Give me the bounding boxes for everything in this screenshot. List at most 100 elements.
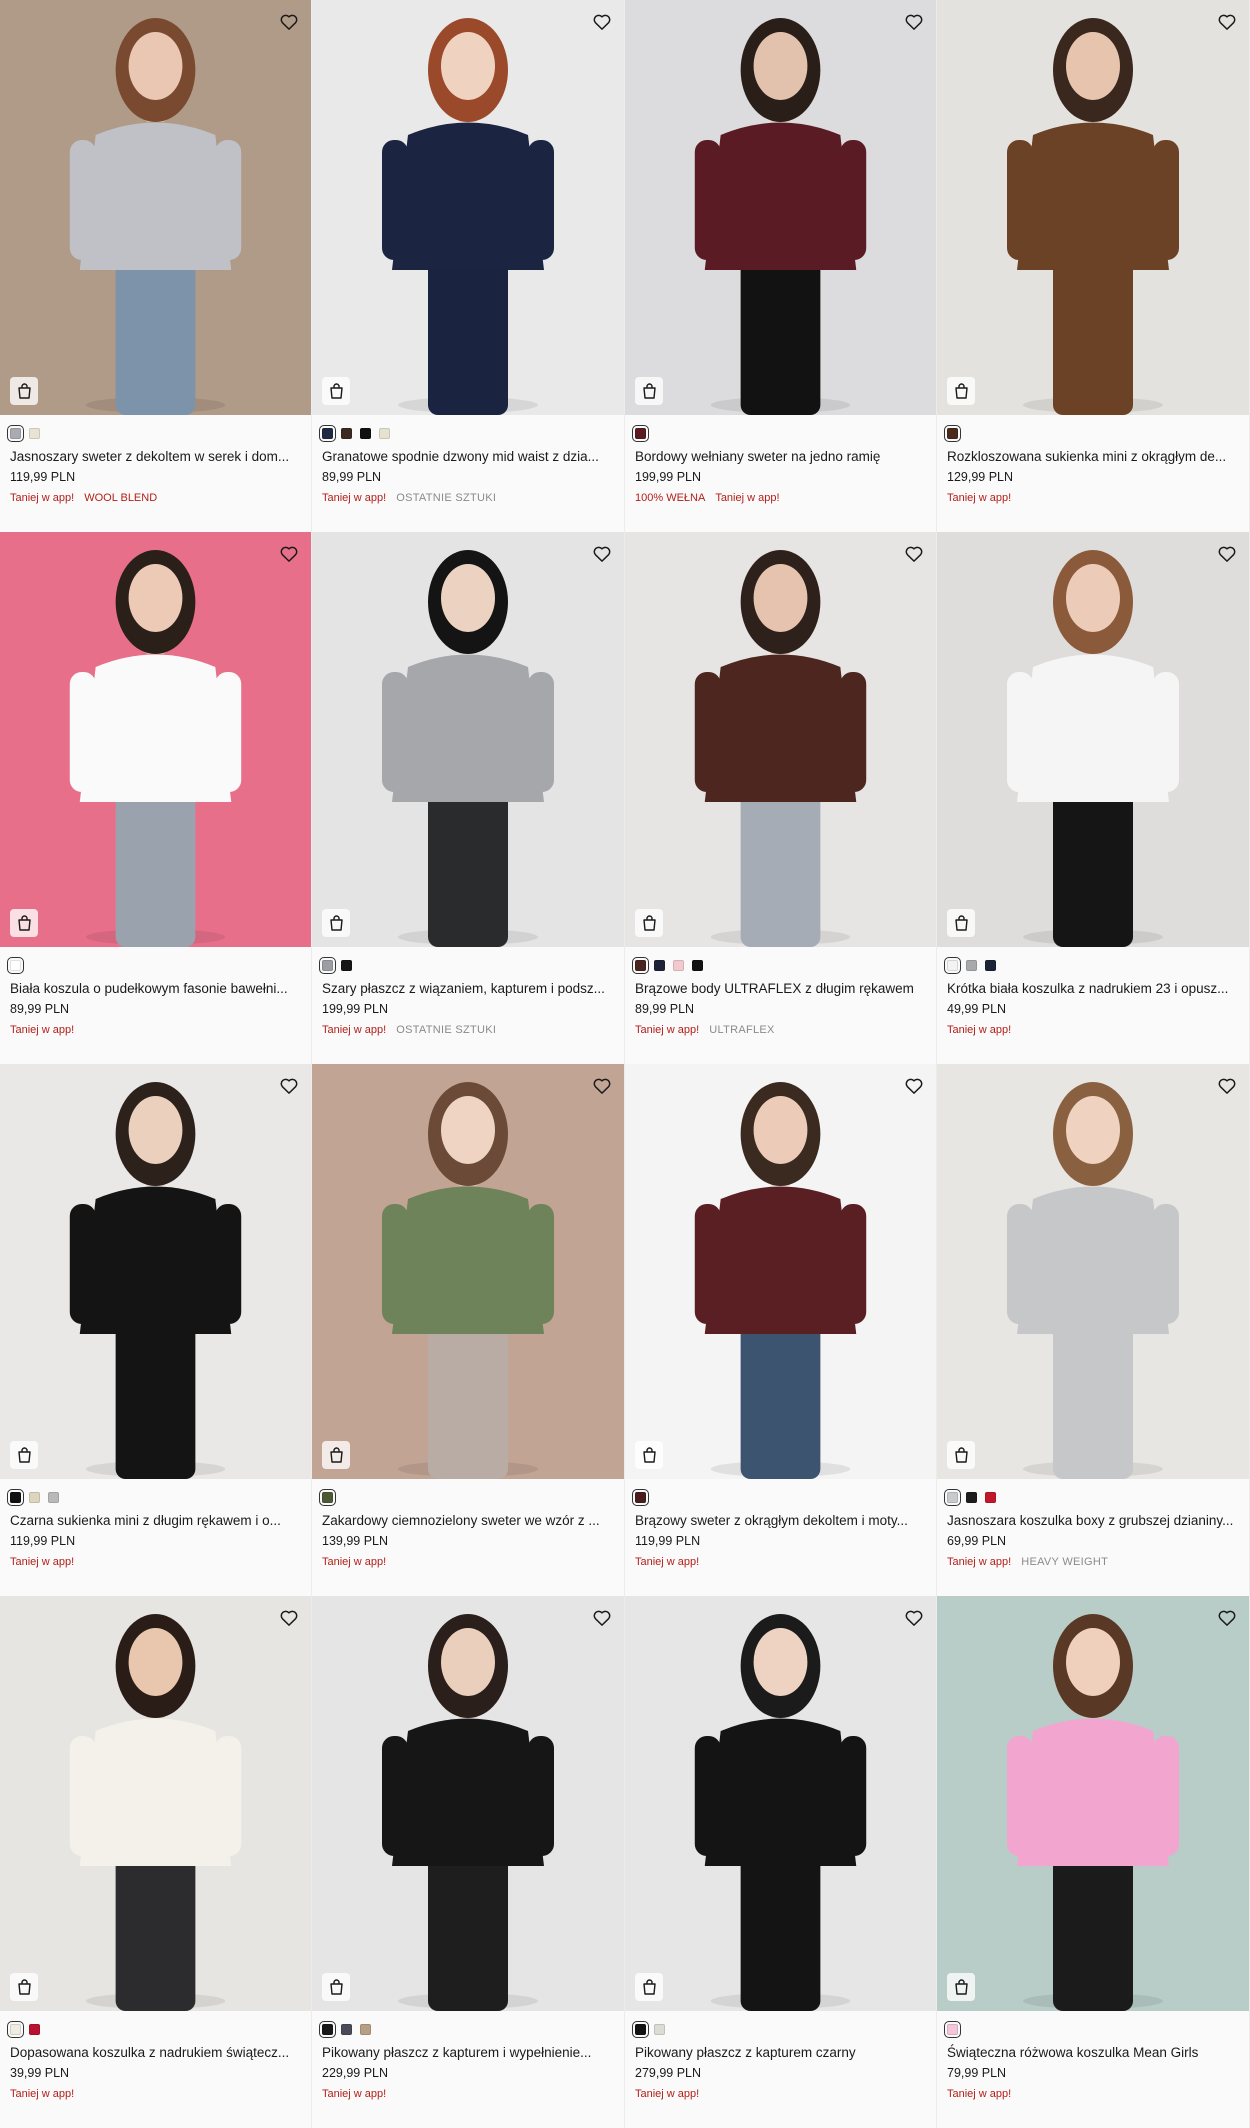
shopping-bag-icon[interactable] bbox=[947, 1441, 975, 1469]
product-name[interactable]: Szary płaszcz z wiązaniem, kapturem i po… bbox=[322, 980, 614, 998]
color-swatch[interactable] bbox=[692, 959, 703, 971]
color-swatch[interactable] bbox=[654, 2023, 665, 2035]
color-swatch[interactable] bbox=[48, 1491, 59, 1503]
shopping-bag-icon[interactable] bbox=[947, 909, 975, 937]
product-card[interactable]: Krótka biała koszulka z nadrukiem 23 i o… bbox=[937, 532, 1250, 1064]
color-swatch[interactable] bbox=[654, 959, 665, 971]
heart-icon[interactable] bbox=[590, 1074, 614, 1098]
color-swatch[interactable] bbox=[673, 959, 684, 971]
color-swatch[interactable] bbox=[944, 1488, 961, 1506]
product-name[interactable]: Dopasowana koszulka z nadrukiem świątecz… bbox=[10, 2044, 301, 2062]
color-swatch[interactable] bbox=[319, 1488, 336, 1506]
product-name[interactable]: Świąteczna różwowa koszulka Mean Girls bbox=[947, 2044, 1239, 2062]
product-image[interactable] bbox=[312, 1064, 624, 1479]
shopping-bag-icon[interactable] bbox=[10, 1973, 38, 2001]
color-swatch[interactable] bbox=[7, 2020, 24, 2038]
product-image[interactable] bbox=[0, 1596, 311, 2011]
heart-icon[interactable] bbox=[277, 1074, 301, 1098]
product-card[interactable]: Świąteczna różwowa koszulka Mean Girls 7… bbox=[937, 1596, 1250, 2128]
product-card[interactable]: Granatowe spodnie dzwony mid waist z dzi… bbox=[312, 0, 625, 532]
color-swatch[interactable] bbox=[29, 1491, 40, 1503]
product-name[interactable]: Pikowany płaszcz z kapturem czarny bbox=[635, 2044, 926, 2062]
product-image[interactable] bbox=[625, 1064, 936, 1479]
product-card[interactable]: Jasnoszara koszulka boxy z grubszej dzia… bbox=[937, 1064, 1250, 1596]
product-name[interactable]: Krótka biała koszulka z nadrukiem 23 i o… bbox=[947, 980, 1239, 998]
product-card[interactable]: Bordowy wełniany sweter na jedno ramię 1… bbox=[625, 0, 937, 532]
product-card[interactable]: Czarna sukienka mini z długim rękawem i … bbox=[0, 1064, 312, 1596]
product-name[interactable]: Jasnoszara koszulka boxy z grubszej dzia… bbox=[947, 1512, 1239, 1530]
color-swatch[interactable] bbox=[632, 1488, 649, 1506]
color-swatch[interactable] bbox=[7, 424, 24, 442]
product-image[interactable] bbox=[625, 532, 936, 947]
product-card[interactable]: Brązowy sweter z okrągłym dekoltem i mot… bbox=[625, 1064, 937, 1596]
product-image[interactable] bbox=[312, 532, 624, 947]
heart-icon[interactable] bbox=[1215, 542, 1239, 566]
color-swatch[interactable] bbox=[29, 2023, 40, 2035]
shopping-bag-icon[interactable] bbox=[322, 377, 350, 405]
product-image[interactable] bbox=[625, 0, 936, 415]
color-swatch[interactable] bbox=[985, 1491, 996, 1503]
product-name[interactable]: Jasnoszary sweter z dekoltem w serek i d… bbox=[10, 448, 301, 466]
color-swatch[interactable] bbox=[319, 956, 336, 974]
color-swatch[interactable] bbox=[966, 1491, 977, 1503]
product-name[interactable]: Brązowe body ULTRAFLEX z długim rękawem bbox=[635, 980, 926, 998]
product-card[interactable]: Pikowany płaszcz z kapturem i wypełnieni… bbox=[312, 1596, 625, 2128]
product-image[interactable] bbox=[625, 1596, 936, 2011]
color-swatch[interactable] bbox=[632, 956, 649, 974]
heart-icon[interactable] bbox=[277, 10, 301, 34]
product-card[interactable]: Biała koszula o pudełkowym fasonie baweł… bbox=[0, 532, 312, 1064]
product-card[interactable]: Dopasowana koszulka z nadrukiem świątecz… bbox=[0, 1596, 312, 2128]
shopping-bag-icon[interactable] bbox=[635, 1441, 663, 1469]
heart-icon[interactable] bbox=[902, 542, 926, 566]
color-swatch[interactable] bbox=[379, 427, 390, 439]
product-card[interactable]: Brązowe body ULTRAFLEX z długim rękawem … bbox=[625, 532, 937, 1064]
product-image[interactable] bbox=[937, 532, 1249, 947]
product-name[interactable]: Brązowy sweter z okrągłym dekoltem i mot… bbox=[635, 1512, 926, 1530]
shopping-bag-icon[interactable] bbox=[635, 1973, 663, 2001]
heart-icon[interactable] bbox=[590, 542, 614, 566]
shopping-bag-icon[interactable] bbox=[322, 1441, 350, 1469]
product-image[interactable] bbox=[312, 1596, 624, 2011]
heart-icon[interactable] bbox=[902, 1606, 926, 1630]
shopping-bag-icon[interactable] bbox=[10, 377, 38, 405]
product-card[interactable]: Zakardowy ciemnozielony sweter we wzór z… bbox=[312, 1064, 625, 1596]
product-image[interactable] bbox=[937, 1064, 1249, 1479]
product-card[interactable]: Rozkloszowana sukienka mini z okrągłym d… bbox=[937, 0, 1250, 532]
shopping-bag-icon[interactable] bbox=[322, 1973, 350, 2001]
color-swatch[interactable] bbox=[7, 956, 24, 974]
color-swatch[interactable] bbox=[341, 2023, 352, 2035]
product-card[interactable]: Szary płaszcz z wiązaniem, kapturem i po… bbox=[312, 532, 625, 1064]
product-image[interactable] bbox=[312, 0, 624, 415]
heart-icon[interactable] bbox=[590, 10, 614, 34]
heart-icon[interactable] bbox=[1215, 1074, 1239, 1098]
color-swatch[interactable] bbox=[944, 2020, 961, 2038]
shopping-bag-icon[interactable] bbox=[947, 377, 975, 405]
shopping-bag-icon[interactable] bbox=[10, 1441, 38, 1469]
color-swatch[interactable] bbox=[360, 2023, 371, 2035]
heart-icon[interactable] bbox=[590, 1606, 614, 1630]
color-swatch[interactable] bbox=[966, 959, 977, 971]
product-name[interactable]: Czarna sukienka mini z długim rękawem i … bbox=[10, 1512, 301, 1530]
color-swatch[interactable] bbox=[29, 427, 40, 439]
product-image[interactable] bbox=[0, 532, 311, 947]
heart-icon[interactable] bbox=[1215, 10, 1239, 34]
color-swatch[interactable] bbox=[319, 2020, 336, 2038]
color-swatch[interactable] bbox=[944, 424, 961, 442]
shopping-bag-icon[interactable] bbox=[635, 909, 663, 937]
product-name[interactable]: Rozkloszowana sukienka mini z okrągłym d… bbox=[947, 448, 1239, 466]
shopping-bag-icon[interactable] bbox=[10, 909, 38, 937]
product-image[interactable] bbox=[937, 1596, 1249, 2011]
shopping-bag-icon[interactable] bbox=[947, 1973, 975, 2001]
product-image[interactable] bbox=[0, 1064, 311, 1479]
heart-icon[interactable] bbox=[277, 542, 301, 566]
product-image[interactable] bbox=[0, 0, 311, 415]
heart-icon[interactable] bbox=[1215, 1606, 1239, 1630]
color-swatch[interactable] bbox=[341, 427, 352, 439]
product-image[interactable] bbox=[937, 0, 1249, 415]
heart-icon[interactable] bbox=[902, 10, 926, 34]
color-swatch[interactable] bbox=[985, 959, 996, 971]
color-swatch[interactable] bbox=[319, 424, 336, 442]
product-name[interactable]: Bordowy wełniany sweter na jedno ramię bbox=[635, 448, 926, 466]
product-name[interactable]: Pikowany płaszcz z kapturem i wypełnieni… bbox=[322, 2044, 614, 2062]
product-card[interactable]: Jasnoszary sweter z dekoltem w serek i d… bbox=[0, 0, 312, 532]
